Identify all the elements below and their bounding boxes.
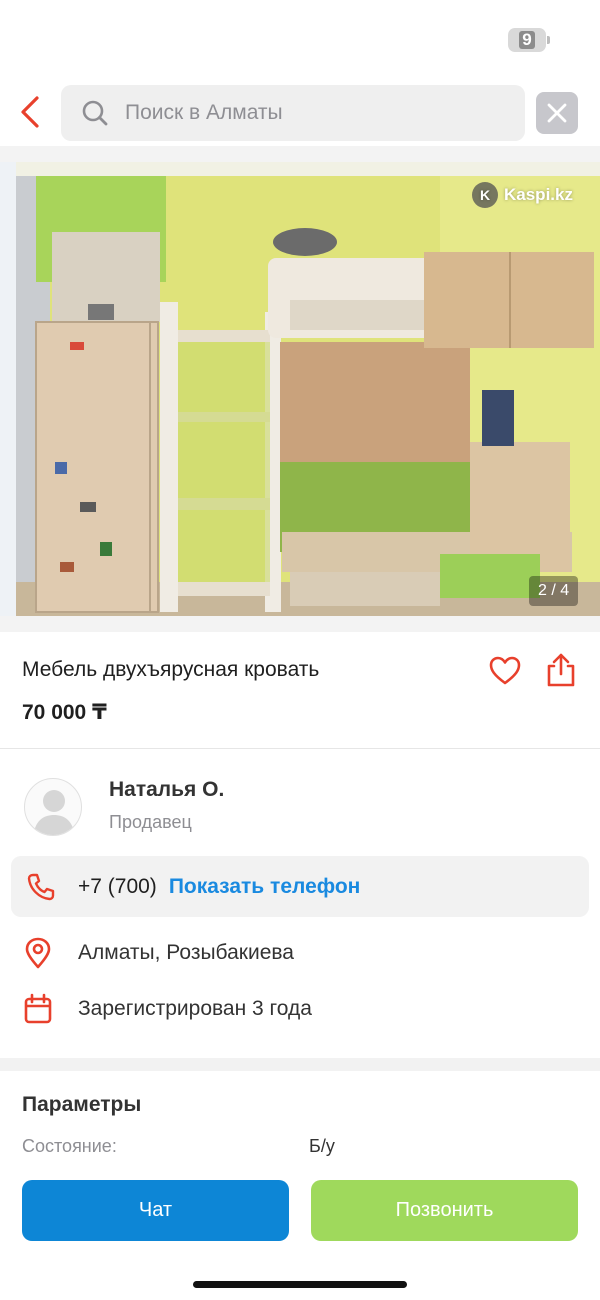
section-separator [0, 1058, 600, 1071]
chat-button[interactable]: Чат [22, 1180, 289, 1241]
kaspi-logo-icon: K [472, 182, 498, 208]
listing-photo[interactable] [0, 162, 600, 616]
listing-price: 70 000 ₸ [22, 701, 107, 724]
battery-level: 9 [519, 31, 535, 49]
seller-location: Алматы, Розыбакиева [78, 941, 294, 964]
registration-row: Зарегистрирован 3 года [0, 989, 600, 1029]
show-phone-link[interactable]: Показать телефон [169, 875, 361, 899]
photo-gallery[interactable]: K Kaspi.kz 2 / 4 [0, 146, 600, 632]
heart-icon [489, 656, 521, 685]
search-box[interactable] [61, 85, 525, 141]
seller-role: Продавец [109, 812, 192, 832]
search-icon [81, 99, 109, 127]
param-value: Б/у [309, 1136, 335, 1156]
search-header [0, 80, 600, 146]
seller-registered: Зарегистрирован 3 года [78, 997, 312, 1020]
favorite-button[interactable] [488, 654, 522, 688]
user-placeholder-icon [33, 790, 75, 835]
location-pin-icon [25, 937, 51, 969]
share-icon [547, 653, 575, 687]
back-button[interactable] [10, 90, 50, 134]
phone-card[interactable]: +7 (700) Показать телефон [11, 856, 589, 917]
params-title: Параметры [22, 1093, 142, 1116]
phone-icon [27, 873, 55, 900]
chevron-left-icon [21, 96, 39, 128]
watermark-text: Kaspi.kz [504, 185, 573, 204]
watermark: K Kaspi.kz [472, 182, 573, 208]
share-button[interactable] [544, 652, 578, 688]
status-bar: 9 [0, 0, 600, 80]
location-row: Алматы, Розыбакиева [0, 933, 600, 973]
param-label: Состояние: [22, 1136, 117, 1156]
search-input[interactable] [125, 101, 485, 125]
photo-counter: 2 / 4 [529, 576, 579, 606]
seller-name[interactable]: Наталья О. [109, 778, 224, 802]
divider [0, 748, 600, 749]
calendar-icon [24, 993, 52, 1024]
call-button[interactable]: Позвонить [311, 1180, 578, 1241]
close-icon [547, 103, 567, 123]
close-button[interactable] [536, 92, 578, 134]
title-row: Мебель двухъярусная кровать [22, 650, 578, 690]
phone-number: +7 (700) [78, 874, 157, 898]
home-indicator [193, 1281, 407, 1288]
avatar[interactable] [24, 778, 82, 836]
battery-icon: 9 [508, 28, 550, 52]
